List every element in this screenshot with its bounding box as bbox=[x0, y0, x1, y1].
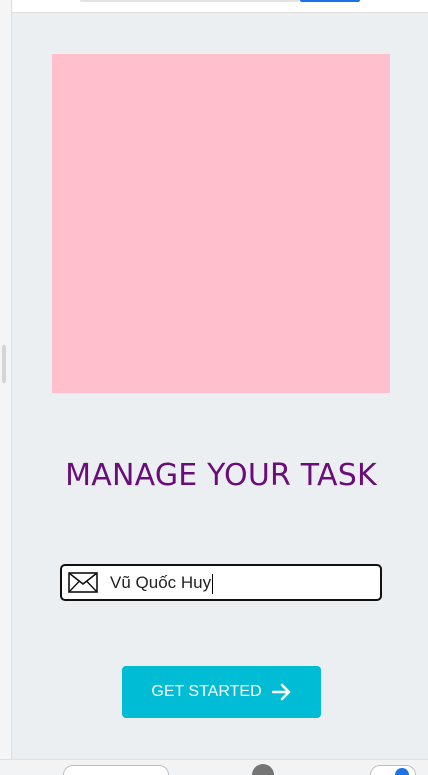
name-input-value: Vũ Quốc Huy bbox=[110, 573, 212, 592]
browser-top-strip bbox=[0, 0, 428, 13]
browser-address-bar bbox=[80, 0, 300, 2]
hero-image-placeholder bbox=[52, 54, 390, 393]
browser-bottom-strip bbox=[0, 759, 428, 775]
get-started-label: GET STARTED bbox=[151, 683, 262, 700]
browser-button bbox=[300, 0, 360, 2]
envelope-icon bbox=[68, 572, 98, 593]
toolbar-dropdown[interactable] bbox=[63, 765, 169, 775]
toolbar-toggle[interactable] bbox=[370, 765, 416, 775]
app-page: MANAGE YOUR TASK Vũ Quốc Huy GET STARTED bbox=[0, 0, 428, 775]
name-input-field[interactable]: Vũ Quốc Huy bbox=[60, 564, 382, 601]
text-caret bbox=[212, 573, 214, 594]
toolbar-icon[interactable] bbox=[252, 764, 274, 775]
get-started-button[interactable]: GET STARTED bbox=[122, 666, 321, 718]
devtools-left-frame bbox=[0, 0, 12, 760]
resize-handle[interactable] bbox=[2, 345, 6, 383]
arrow-right-icon bbox=[271, 683, 290, 701]
page-title: MANAGE YOUR TASK bbox=[65, 458, 377, 493]
name-input[interactable]: Vũ Quốc Huy bbox=[110, 566, 370, 599]
